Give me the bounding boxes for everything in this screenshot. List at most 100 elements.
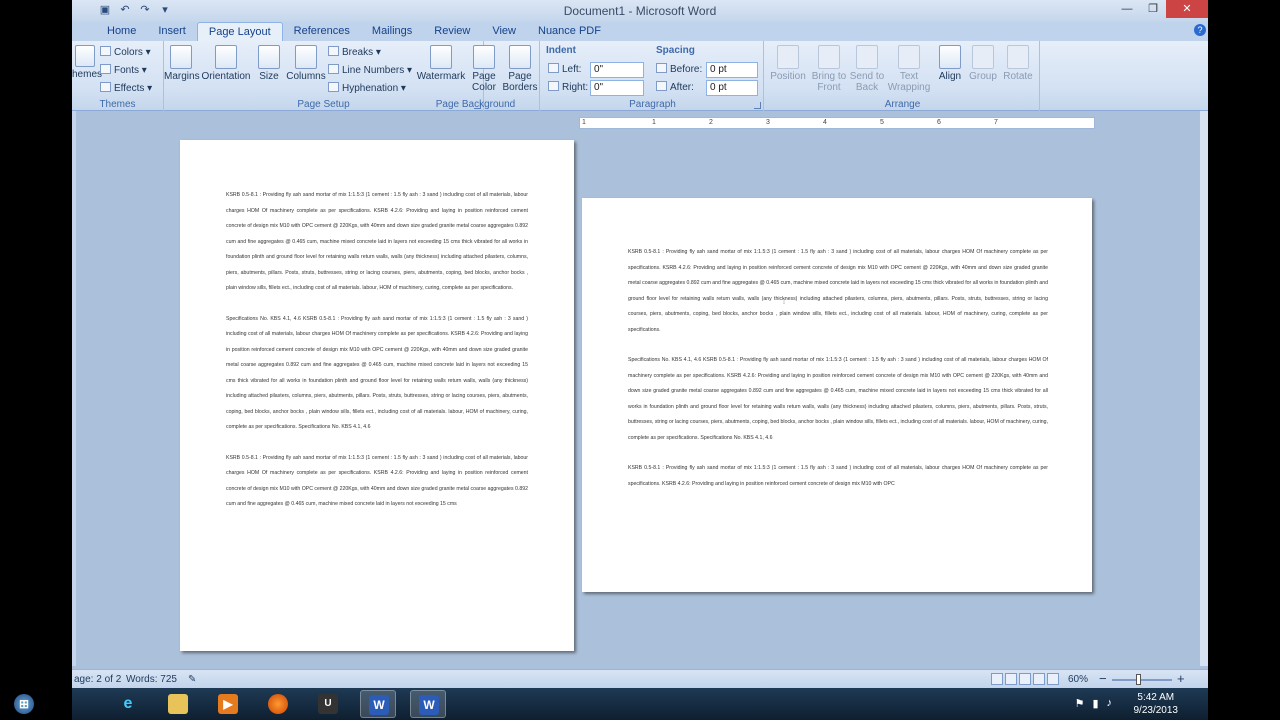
fonts-button[interactable]: Fonts ▾ <box>100 64 147 76</box>
zoom-out-button[interactable]: − <box>1099 671 1107 686</box>
zoom-level[interactable]: 60% <box>1068 674 1088 685</box>
document-paragraph: Specifications No. KBS 4.1, 4.6 KSRB 0.5… <box>226 315 528 431</box>
taskbar-explorer[interactable] <box>160 690 196 718</box>
tab-nuance-pdf[interactable]: Nuance PDF <box>527 22 612 41</box>
zoom-slider-thumb[interactable] <box>1136 674 1141 685</box>
view-buttons <box>991 673 1059 685</box>
text-wrapping-button[interactable]: Text Wrapping <box>886 45 932 93</box>
margins-button[interactable]: Margins <box>164 45 200 82</box>
watermark-button[interactable]: Watermark <box>416 45 466 82</box>
columns-icon <box>295 45 317 69</box>
line-numbers-button[interactable]: Line Numbers ▾ <box>328 64 412 76</box>
tab-home[interactable]: Home <box>96 22 147 41</box>
word-document-icon: W <box>369 695 389 715</box>
zoom-in-button[interactable]: + <box>1177 671 1185 686</box>
hyphenation-icon <box>328 82 339 92</box>
zoom-slider[interactable] <box>1112 679 1172 681</box>
hyphenation-button[interactable]: Hyphenation ▾ <box>328 82 406 94</box>
ruler-number: 4 <box>823 119 827 126</box>
tab-review[interactable]: Review <box>423 22 481 41</box>
columns-button[interactable]: Columns <box>286 45 326 82</box>
colors-button[interactable]: Colors ▾ <box>100 46 151 58</box>
windows-start-icon: ⊞ <box>14 694 34 714</box>
proofing-icon[interactable]: ✎ <box>188 674 196 685</box>
page-color-icon <box>473 45 495 69</box>
send-to-back-icon <box>856 45 878 69</box>
ruler-number: 1 <box>582 119 586 126</box>
breaks-button[interactable]: Breaks ▾ <box>328 46 381 58</box>
spacing-before-input[interactable]: 0 pt <box>706 62 758 78</box>
outline-view-icon[interactable] <box>1033 673 1045 685</box>
taskbar-media-player[interactable]: ▶ <box>210 690 246 718</box>
group-icon <box>972 45 994 69</box>
tab-mailings[interactable]: Mailings <box>361 22 423 41</box>
indent-left-input[interactable]: 0" <box>590 62 644 78</box>
help-icon[interactable]: ? <box>1194 24 1206 36</box>
word-count[interactable]: Words: 725 <box>126 674 177 685</box>
align-icon <box>939 45 961 69</box>
volume-icon[interactable]: ♪ <box>1107 697 1113 710</box>
spacing-after-input[interactable]: 0 pt <box>706 80 758 96</box>
clock[interactable]: 5:42 AM 9/23/2013 <box>1134 691 1179 717</box>
minimize-button[interactable]: — <box>1114 0 1140 18</box>
word-icon: W <box>419 695 439 715</box>
spacing-after-icon <box>656 81 667 91</box>
size-button[interactable]: Size <box>254 45 284 82</box>
taskbar-firefox[interactable] <box>260 690 296 718</box>
maximize-button[interactable]: ❐ <box>1140 0 1166 18</box>
document-page-2[interactable]: KSRB 0.5-8.1 : Providing fly ash sand mo… <box>582 198 1092 592</box>
spacing-before-icon <box>656 63 667 73</box>
page-borders-button[interactable]: Page Borders <box>502 45 538 93</box>
word-window: ▣ ↶ ↷ ▾ Document1 - Microsoft Word — ❐ ✕… <box>72 0 1208 688</box>
vertical-scrollbar[interactable] <box>1200 111 1208 666</box>
document-paragraph: KSRB 0.5-8.1 : Providing fly ash sand mo… <box>226 192 528 291</box>
tab-view[interactable]: View <box>481 22 527 41</box>
rotate-button[interactable]: Rotate <box>1000 45 1036 82</box>
orientation-button[interactable]: Orientation <box>200 45 252 82</box>
print-layout-view-icon[interactable] <box>991 673 1003 685</box>
clock-date: 9/23/2013 <box>1133 705 1179 716</box>
position-button[interactable]: Position <box>768 45 808 82</box>
full-screen-view-icon[interactable] <box>1005 673 1017 685</box>
video-editor-icon: U <box>318 694 338 714</box>
close-button[interactable]: ✕ <box>1166 0 1208 18</box>
bring-to-front-button[interactable]: Bring to Front <box>810 45 848 93</box>
network-icon[interactable]: ▮ <box>1092 697 1098 710</box>
ruler-number: 1 <box>652 119 656 126</box>
page-borders-icon <box>509 45 531 69</box>
document-paragraph: KSRB 0.5-8.1 : Providing fly ash sand mo… <box>628 465 1048 487</box>
arrange-group: Position Bring to Front Send to Back Text W… <box>766 41 1040 111</box>
taskbar-word-doc[interactable]: W <box>360 690 396 718</box>
page-background-group-label: Page Background <box>435 99 516 110</box>
folder-icon <box>168 694 188 714</box>
tab-references[interactable]: References <box>283 22 361 41</box>
group-button[interactable]: Group <box>966 45 1000 82</box>
draft-view-icon[interactable] <box>1047 673 1059 685</box>
web-layout-view-icon[interactable] <box>1019 673 1031 685</box>
paragraph-group-label: Paragraph <box>629 99 676 110</box>
breaks-icon <box>328 46 339 56</box>
themes-button[interactable]: hemes <box>72 45 102 80</box>
document-page-1[interactable]: KSRB 0.5-8.1 : Providing fly ash sand mo… <box>180 140 574 651</box>
start-button[interactable]: ⊞ <box>6 690 42 718</box>
page-count[interactable]: age: 2 of 2 <box>74 674 121 685</box>
themes-icon <box>75 45 95 67</box>
i-beam-cursor-icon <box>783 298 785 304</box>
page-color-button[interactable]: Page Color <box>468 45 500 93</box>
tab-insert[interactable]: Insert <box>147 22 197 41</box>
size-icon <box>258 45 280 69</box>
horizontal-ruler[interactable]: 1 1 2 3 4 5 6 7 <box>579 117 1095 129</box>
ruler-number: 6 <box>937 119 941 126</box>
system-tray: ⚑ ▮ ♪ <box>1075 697 1112 710</box>
taskbar-word[interactable]: W <box>410 690 446 718</box>
tab-page-layout[interactable]: Page Layout <box>196 22 283 41</box>
paragraph-launcher-icon[interactable] <box>754 102 761 109</box>
send-to-back-button[interactable]: Send to Back <box>848 45 886 93</box>
align-button[interactable]: Align <box>934 45 966 82</box>
taskbar-ie[interactable]: e <box>110 690 146 718</box>
effects-button[interactable]: Effects ▾ <box>100 82 152 94</box>
indent-right-input[interactable]: 0" <box>590 80 644 96</box>
taskbar-ulead[interactable]: U <box>310 690 346 718</box>
action-center-icon[interactable]: ⚑ <box>1075 697 1085 710</box>
internet-explorer-icon: e <box>123 695 133 712</box>
